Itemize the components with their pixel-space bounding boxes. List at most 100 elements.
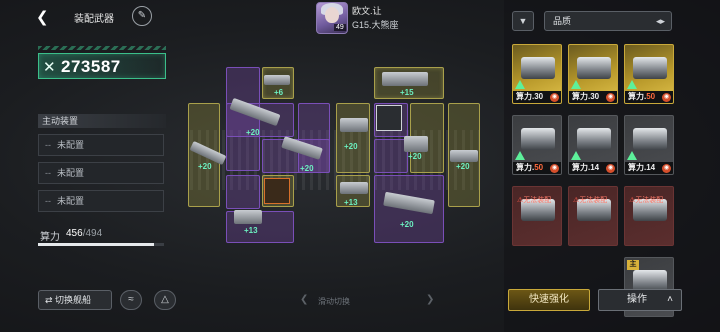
bonus-label: +20 bbox=[456, 162, 470, 171]
quick-enhance-button[interactable]: 快速强化 bbox=[508, 289, 590, 311]
crossed-swords-icon: ✕ bbox=[43, 59, 56, 76]
inventory-card[interactable]: 算力.30 ◉ bbox=[512, 44, 562, 104]
info-badge-icon: ◉ bbox=[550, 164, 559, 173]
warning-text: 无法装配 bbox=[579, 197, 608, 204]
active-slot-3[interactable]: -- 未配置 bbox=[38, 190, 164, 212]
grid-slot-p5[interactable] bbox=[226, 175, 260, 209]
bonus-label: +20 bbox=[408, 152, 422, 161]
commander-rank: G15.大熊座 bbox=[352, 20, 399, 30]
power-label: 算力. bbox=[516, 92, 535, 101]
inventory-card[interactable]: 算力.50 ◉ bbox=[512, 115, 562, 175]
power-number: 14 bbox=[646, 163, 656, 172]
quality-label: 品质 bbox=[553, 16, 572, 26]
inventory-card[interactable]: 算力.14 ◉ bbox=[624, 115, 674, 175]
slot-dash: -- bbox=[45, 140, 51, 150]
cannot-equip-warning: ⚠无法装配 bbox=[629, 195, 663, 205]
capacity-total: /494 bbox=[82, 228, 103, 239]
weapon-icon bbox=[234, 210, 262, 224]
back-arrow-icon[interactable]: ❮ bbox=[36, 8, 52, 26]
power-number: 50 bbox=[646, 92, 656, 101]
active-slot-2[interactable]: -- 未配置 bbox=[38, 162, 164, 184]
switch-ship-label: 切换舰船 bbox=[55, 295, 92, 305]
slot-label: 未配置 bbox=[57, 168, 85, 178]
info-badge-icon: ◉ bbox=[662, 164, 671, 173]
grid-slot-y4[interactable] bbox=[336, 103, 370, 173]
weapon-icon bbox=[521, 57, 555, 79]
upgrade-arrow-icon bbox=[515, 151, 525, 160]
grid-slot-p4[interactable] bbox=[298, 103, 330, 173]
bonus-label: +20 bbox=[198, 162, 212, 171]
inventory-card[interactable]: ⚠无法装配 bbox=[512, 186, 562, 246]
inventory-card[interactable]: 算力.50 ◉ bbox=[624, 44, 674, 104]
slot-label: 未配置 bbox=[57, 140, 85, 150]
bonus-label: +20 bbox=[246, 128, 260, 137]
inventory-card[interactable]: 算力.14 ◉ bbox=[568, 115, 618, 175]
power-label: 算力. bbox=[572, 163, 591, 172]
weapon-icon bbox=[577, 57, 611, 79]
power-value: 273587 bbox=[61, 57, 121, 76]
weapon-icon bbox=[577, 128, 611, 150]
power-number: 30 bbox=[590, 92, 600, 101]
capacity-label: 算力 bbox=[40, 232, 60, 243]
bonus-label: +6 bbox=[274, 88, 284, 97]
warning-text: 无法装配 bbox=[523, 197, 552, 204]
upgrade-arrow-icon bbox=[515, 80, 525, 89]
weapon-icon bbox=[340, 118, 368, 132]
operation-label: 操作 bbox=[627, 294, 647, 305]
weapon-icon bbox=[521, 128, 555, 150]
info-badge-icon: ◉ bbox=[550, 93, 559, 102]
bonus-label: +20 bbox=[344, 142, 358, 151]
upgrade-arrow-icon bbox=[571, 80, 581, 89]
operation-button[interactable]: 操作 ˄ bbox=[598, 289, 682, 311]
power-display: ✕ 273587 bbox=[38, 53, 166, 79]
weapon-icon bbox=[633, 57, 667, 79]
funnel-icon[interactable]: ▼ bbox=[512, 11, 534, 31]
info-badge-icon: ◉ bbox=[606, 93, 615, 102]
inventory-card[interactable]: ⚠无法装配 bbox=[568, 186, 618, 246]
active-slot-1[interactable]: -- 未配置 bbox=[38, 134, 164, 156]
power-label: 算力. bbox=[628, 163, 647, 172]
bonus-label: +13 bbox=[244, 226, 258, 235]
pencil-icon[interactable]: ✎ bbox=[132, 6, 152, 26]
capacity-value: 456/494 bbox=[66, 228, 102, 239]
upgrade-arrow-icon bbox=[571, 151, 581, 160]
cannot-equip-warning: ⚠无法装配 bbox=[517, 195, 551, 205]
fleet-formation-icon[interactable]: ≈ bbox=[120, 290, 142, 310]
inventory-card[interactable]: ⚠无法装配 bbox=[624, 186, 674, 246]
weapon-icon bbox=[264, 75, 290, 85]
capacity-bar-fill bbox=[38, 243, 155, 246]
bonus-label: +15 bbox=[400, 88, 414, 97]
upgrade-arrow-icon bbox=[627, 151, 637, 160]
radar-icon[interactable]: △ bbox=[154, 290, 176, 310]
slot-dash: -- bbox=[45, 196, 51, 206]
avatar-face bbox=[325, 7, 339, 23]
power-number: 30 bbox=[534, 92, 544, 101]
grid-slot-p8[interactable] bbox=[374, 139, 408, 173]
quality-select[interactable]: 品质 ◂▸ bbox=[544, 11, 672, 31]
capacity-used: 456 bbox=[66, 228, 83, 239]
cannot-equip-warning: ⚠无法装配 bbox=[573, 195, 607, 205]
power-stripe bbox=[38, 46, 166, 50]
power-label: 算力. bbox=[572, 92, 591, 101]
upgrade-arrow-icon bbox=[627, 80, 637, 89]
commander-level: 49 bbox=[334, 24, 346, 31]
weapon-icon bbox=[450, 150, 478, 162]
bonus-label: +20 bbox=[300, 164, 314, 173]
module-icon bbox=[376, 105, 402, 131]
swipe-left-icon: ❮ bbox=[300, 294, 309, 305]
weapon-icon bbox=[340, 182, 368, 194]
power-label: 算力. bbox=[516, 163, 535, 172]
primary-tag: 主 bbox=[627, 260, 639, 270]
power-number: 14 bbox=[590, 163, 600, 172]
power-label: 算力. bbox=[628, 92, 647, 101]
page-title: 装配武器 bbox=[74, 14, 114, 25]
inventory-card[interactable]: 算力.30 ◉ bbox=[568, 44, 618, 104]
warning-text: 无法装配 bbox=[635, 197, 664, 204]
weapon-icon bbox=[382, 72, 428, 86]
power-number: 50 bbox=[534, 163, 544, 172]
capacity-bar bbox=[38, 243, 164, 246]
active-equipment-title: 主动装置 bbox=[38, 114, 166, 128]
weapon-icon bbox=[404, 136, 428, 152]
switch-ship-button[interactable]: ⇄ 切换舰船 bbox=[38, 290, 112, 310]
info-badge-icon: ◉ bbox=[606, 164, 615, 173]
